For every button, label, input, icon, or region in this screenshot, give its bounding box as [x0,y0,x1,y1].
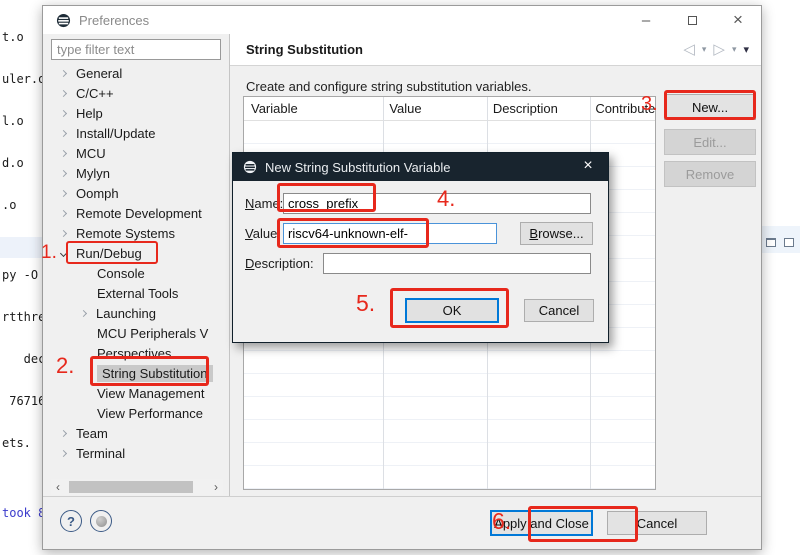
chevron-right-icon[interactable] [60,169,67,176]
help-button[interactable]: ? [60,510,82,532]
sidebar-item-help[interactable]: Help [51,103,225,123]
sidebar-item-launching[interactable]: Launching [51,303,225,323]
chevron-right-icon[interactable] [60,69,67,76]
description-field[interactable] [323,253,591,274]
scrollbar-thumb[interactable] [69,481,193,493]
step-3-label: 3. [641,93,658,116]
back-icon[interactable]: ◁ [683,40,695,58]
background-pane-icon [766,238,776,247]
preferences-sidebar: General C/C++ Help Install/Update MCU My… [43,34,229,496]
forward-dropdown-icon[interactable]: ▾ [732,44,737,55]
dialog-footer: ? Apply and Close Cancel [43,496,761,549]
remove-button[interactable]: Remove [664,161,756,187]
chevron-right-icon[interactable] [60,189,67,196]
value-label: Value: [245,226,281,241]
sidebar-item-view-performance[interactable]: View Performance [51,403,225,423]
sidebar-item-install-update[interactable]: Install/Update [51,123,225,143]
table-header: Variable Value Description Contribute... [244,97,655,121]
chevron-right-icon[interactable] [60,209,67,216]
scroll-left-icon[interactable]: ‹ [51,480,65,494]
background-console-text: t.o uler.o l.o d.o .o py -O b rtthrea de… [2,2,42,548]
chevron-right-icon[interactable] [60,429,67,436]
view-menu-icon[interactable]: ▾ [743,43,749,56]
sidebar-item-c-cpp[interactable]: C/C++ [51,83,225,103]
sidebar-item-oomph[interactable]: Oomph [51,183,225,203]
step-6-highlight-apply-button [528,506,638,542]
sidebar-item-mcu[interactable]: MCU [51,143,225,163]
sidebar-item-team[interactable]: Team [51,423,225,443]
sidebar-item-external-tools[interactable]: External Tools [51,283,225,303]
maximize-button[interactable] [669,6,715,34]
sidebar-item-terminal[interactable]: Terminal [51,443,225,463]
step-2-highlight-string-substitution [90,356,209,386]
chevron-right-icon[interactable] [60,449,67,456]
minimize-button[interactable]: – [623,6,669,34]
browse-button[interactable]: Browse... [520,222,593,245]
sidebar-item-view-management[interactable]: View Management [51,383,225,403]
tree-horizontal-scrollbar[interactable]: ‹ › [51,479,223,495]
minimize-icon: – [642,12,650,29]
sidebar-item-mylyn[interactable]: Mylyn [51,163,225,183]
filter-input[interactable] [51,39,221,60]
chevron-right-icon[interactable] [60,109,67,116]
sidebar-item-mcu-peripherals[interactable]: MCU Peripherals V [51,323,225,343]
chevron-right-icon[interactable] [80,309,87,316]
sidebar-item-console[interactable]: Console [51,263,225,283]
page-title: String Substitution [246,42,363,57]
title-bar[interactable]: Preferences – × [43,6,761,34]
step-2-label: 2. [56,353,74,379]
step-3-highlight-new-button [664,90,756,120]
background-editor-highlight [0,237,42,258]
record-icon [96,516,107,527]
chevron-right-icon[interactable] [60,149,67,156]
forward-icon[interactable]: ▷ [713,40,725,58]
dialog-close-icon[interactable]: × [578,157,598,175]
step-4-highlight-name-field [277,183,376,212]
eclipse-icon [56,13,71,28]
dialog-title-bar[interactable]: New String Substitution Variable × [233,153,608,181]
background-pane-icon [784,238,794,247]
scroll-right-icon[interactable]: › [209,480,223,494]
column-header-value[interactable]: Value [382,97,486,120]
close-button[interactable]: × [715,6,761,34]
window-title: Preferences [79,13,149,28]
maximize-icon [688,16,697,25]
sidebar-item-remote-development[interactable]: Remote Development [51,203,225,223]
chevron-right-icon[interactable] [60,89,67,96]
step-4-label: 4. [437,186,455,212]
step-4-highlight-value-field [277,218,429,248]
preference-recorder-button[interactable] [90,510,112,532]
page-description: Create and configure string substitution… [246,79,531,94]
screenshot-root: t.o uler.o l.o d.o .o py -O b rtthrea de… [0,0,800,555]
eclipse-icon [243,160,257,174]
step-5-label: 5. [356,290,375,317]
edit-button[interactable]: Edit... [664,129,756,155]
step-5-highlight-ok-button [390,288,509,328]
sidebar-item-remote-systems[interactable]: Remote Systems [51,223,225,243]
column-header-description[interactable]: Description [486,97,589,120]
sidebar-item-general[interactable]: General [51,63,225,83]
page-header: String Substitution ◁ ▾ ▷ ▾ ▾ [230,34,761,66]
step-1-label: 1. [41,242,57,264]
step-1-highlight-run-debug [66,241,158,264]
close-icon: × [733,10,743,30]
chevron-right-icon[interactable] [60,229,67,236]
back-dropdown-icon[interactable]: ▾ [702,44,707,55]
chevron-right-icon[interactable] [60,129,67,136]
help-icon: ? [67,514,75,529]
dialog-cancel-button[interactable]: Cancel [524,299,594,322]
step-6-label: 6. [492,508,511,535]
description-label: Description: [245,256,314,271]
column-header-variable[interactable]: Variable [244,97,382,120]
dialog-title: New String Substitution Variable [265,160,450,175]
